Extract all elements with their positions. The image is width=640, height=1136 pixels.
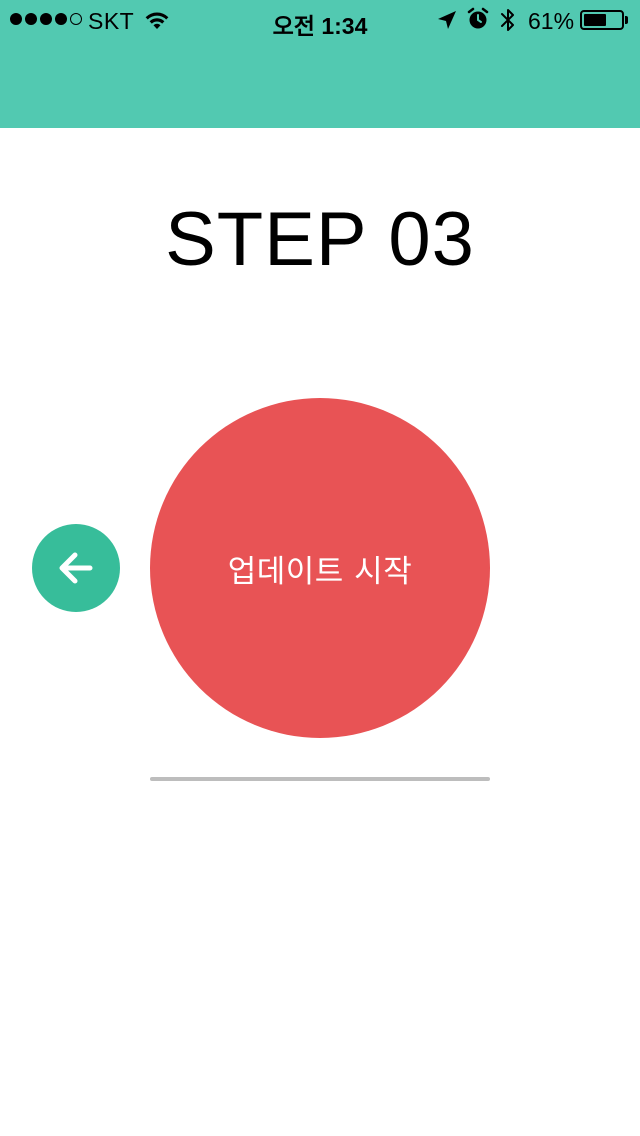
battery-level-fill [584,14,606,26]
page-title: STEP 03 [165,197,475,282]
arrow-left-icon [59,552,93,584]
back-button[interactable] [32,524,120,612]
location-arrow-icon [438,11,456,29]
update-progress-bar [150,777,490,781]
status-bar: SKT 오전 1:34 61% [0,0,640,40]
start-update-button[interactable]: 업데이트 시작 [150,398,490,738]
battery-icon [580,10,624,30]
alarm-clock-icon [467,7,489,29]
battery-nub [625,16,628,24]
battery-percent: 61% [528,8,575,34]
start-update-label: 업데이트 시작 [227,553,413,590]
bluetooth-icon [501,9,514,31]
